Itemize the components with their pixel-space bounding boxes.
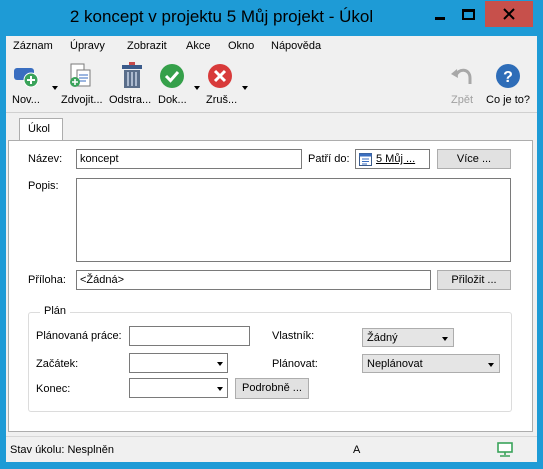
end-date-picker[interactable] (129, 378, 228, 398)
end-label: Konec: (36, 383, 71, 395)
trash-icon (122, 62, 142, 88)
delete-button[interactable]: Odstra... (109, 62, 157, 108)
delete-button-label: Odstra... (109, 94, 152, 106)
undo-button-label: Zpět (451, 94, 474, 106)
duplicate-icon (70, 63, 91, 87)
whats-this-button[interactable]: ? Co je to? (486, 62, 534, 108)
attachment-label: Příloha: (28, 274, 66, 286)
new-button[interactable]: Nov... (12, 62, 58, 108)
menu-zobrazit[interactable]: Zobrazit (127, 40, 167, 52)
new-dropdown-arrow[interactable] (52, 86, 58, 90)
more-button[interactable]: Více ... (437, 149, 511, 169)
owner-select[interactable]: Žádný (362, 328, 454, 347)
menu-bar: Záznam Úpravy Zobrazit Akce Okno Nápověd… (6, 36, 537, 56)
schedule-select[interactable]: Neplánovat (362, 354, 500, 373)
name-input[interactable]: koncept (76, 149, 302, 169)
belongs-to-field[interactable]: 5 Můj ... (355, 149, 430, 169)
network-computer-icon (497, 442, 513, 457)
planned-work-input[interactable] (129, 326, 250, 346)
end-chevron-down-icon[interactable] (217, 387, 223, 391)
window-title: 2 koncept v projektu 5 Můj projekt - Úko… (69, 7, 374, 26)
help-icon: ? (496, 64, 520, 88)
done-button[interactable]: Dok... (158, 62, 206, 108)
belongs-to-label: Patří do: (308, 153, 350, 165)
new-item-icon (14, 68, 39, 88)
owner-chevron-down-icon (442, 337, 448, 341)
start-date-picker[interactable] (129, 353, 228, 373)
minimize-button[interactable] (425, 1, 454, 27)
schedule-label: Plánovat: (272, 358, 318, 370)
whats-this-button-label: Co je to? (486, 94, 531, 106)
cancel-dropdown-arrow[interactable] (242, 86, 248, 90)
owner-label: Vlastník: (272, 330, 315, 342)
svg-text:?: ? (503, 69, 513, 86)
undo-icon (451, 68, 472, 84)
belongs-to-link[interactable]: 5 Můj ... (376, 153, 415, 165)
new-button-label: Nov... (12, 94, 40, 106)
tab-ukol[interactable]: Úkol (19, 118, 63, 141)
menu-akce[interactable]: Akce (186, 40, 210, 52)
undo-button[interactable]: Zpět (448, 62, 478, 108)
tab-ukol-label: Úkol (28, 123, 51, 135)
duplicate-button-label: Zdvojit... (61, 94, 103, 106)
minimize-icon (434, 16, 445, 20)
duplicate-button[interactable]: Zdvojit... (61, 62, 109, 108)
schedule-value: Neplánovat (367, 358, 423, 370)
plan-group-title: Plán (40, 305, 71, 317)
toolbar: Nov... Zdvojit... Odstra... Dok... Zruš.… (6, 58, 537, 110)
close-icon (503, 8, 515, 20)
start-chevron-down-icon[interactable] (217, 362, 223, 366)
description-textarea[interactable] (76, 178, 511, 262)
maximize-button[interactable] (454, 1, 483, 27)
start-label: Začátek: (36, 358, 79, 370)
menu-okno[interactable]: Okno (228, 40, 254, 52)
cancel-task-button-label: Zruš... (206, 94, 238, 106)
name-label: Název: (28, 153, 63, 165)
window-client: Záznam Úpravy Zobrazit Akce Okno Nápověd… (6, 36, 537, 462)
checkmark-icon (160, 64, 184, 88)
toolbar-separator (6, 112, 537, 113)
description-label: Popis: (28, 180, 59, 192)
planned-work-label: Plánovaná práce: (36, 330, 122, 342)
task-state-text: Stav úkolu: Nesplněn (10, 444, 114, 456)
schedule-chevron-down-icon (488, 363, 494, 367)
attachment-field[interactable]: <Žádná> (76, 270, 431, 290)
done-dropdown-arrow[interactable] (194, 86, 200, 90)
done-button-label: Dok... (158, 94, 187, 106)
title-bar[interactable]: 2 koncept v projektu 5 Můj projekt - Úko… (0, 0, 543, 36)
menu-upravy[interactable]: Úpravy (70, 40, 105, 52)
menu-napoveda[interactable]: Nápověda (271, 40, 321, 52)
cancel-task-button[interactable]: Zruš... (206, 62, 254, 108)
cancel-x-icon (208, 64, 232, 88)
owner-value: Žádný (367, 332, 398, 344)
menu-zaznam[interactable]: Záznam (13, 40, 53, 52)
status-indicator: A (353, 444, 361, 456)
status-bar: Stav úkolu: Nesplněn A (6, 436, 537, 462)
task-window: 2 koncept v projektu 5 Můj projekt - Úko… (0, 0, 543, 469)
attach-button[interactable]: Přiložit ... (437, 270, 511, 290)
maximize-icon (462, 8, 475, 20)
close-button[interactable] (485, 1, 533, 27)
project-icon (359, 153, 372, 166)
details-button[interactable]: Podrobně ... (235, 378, 309, 399)
